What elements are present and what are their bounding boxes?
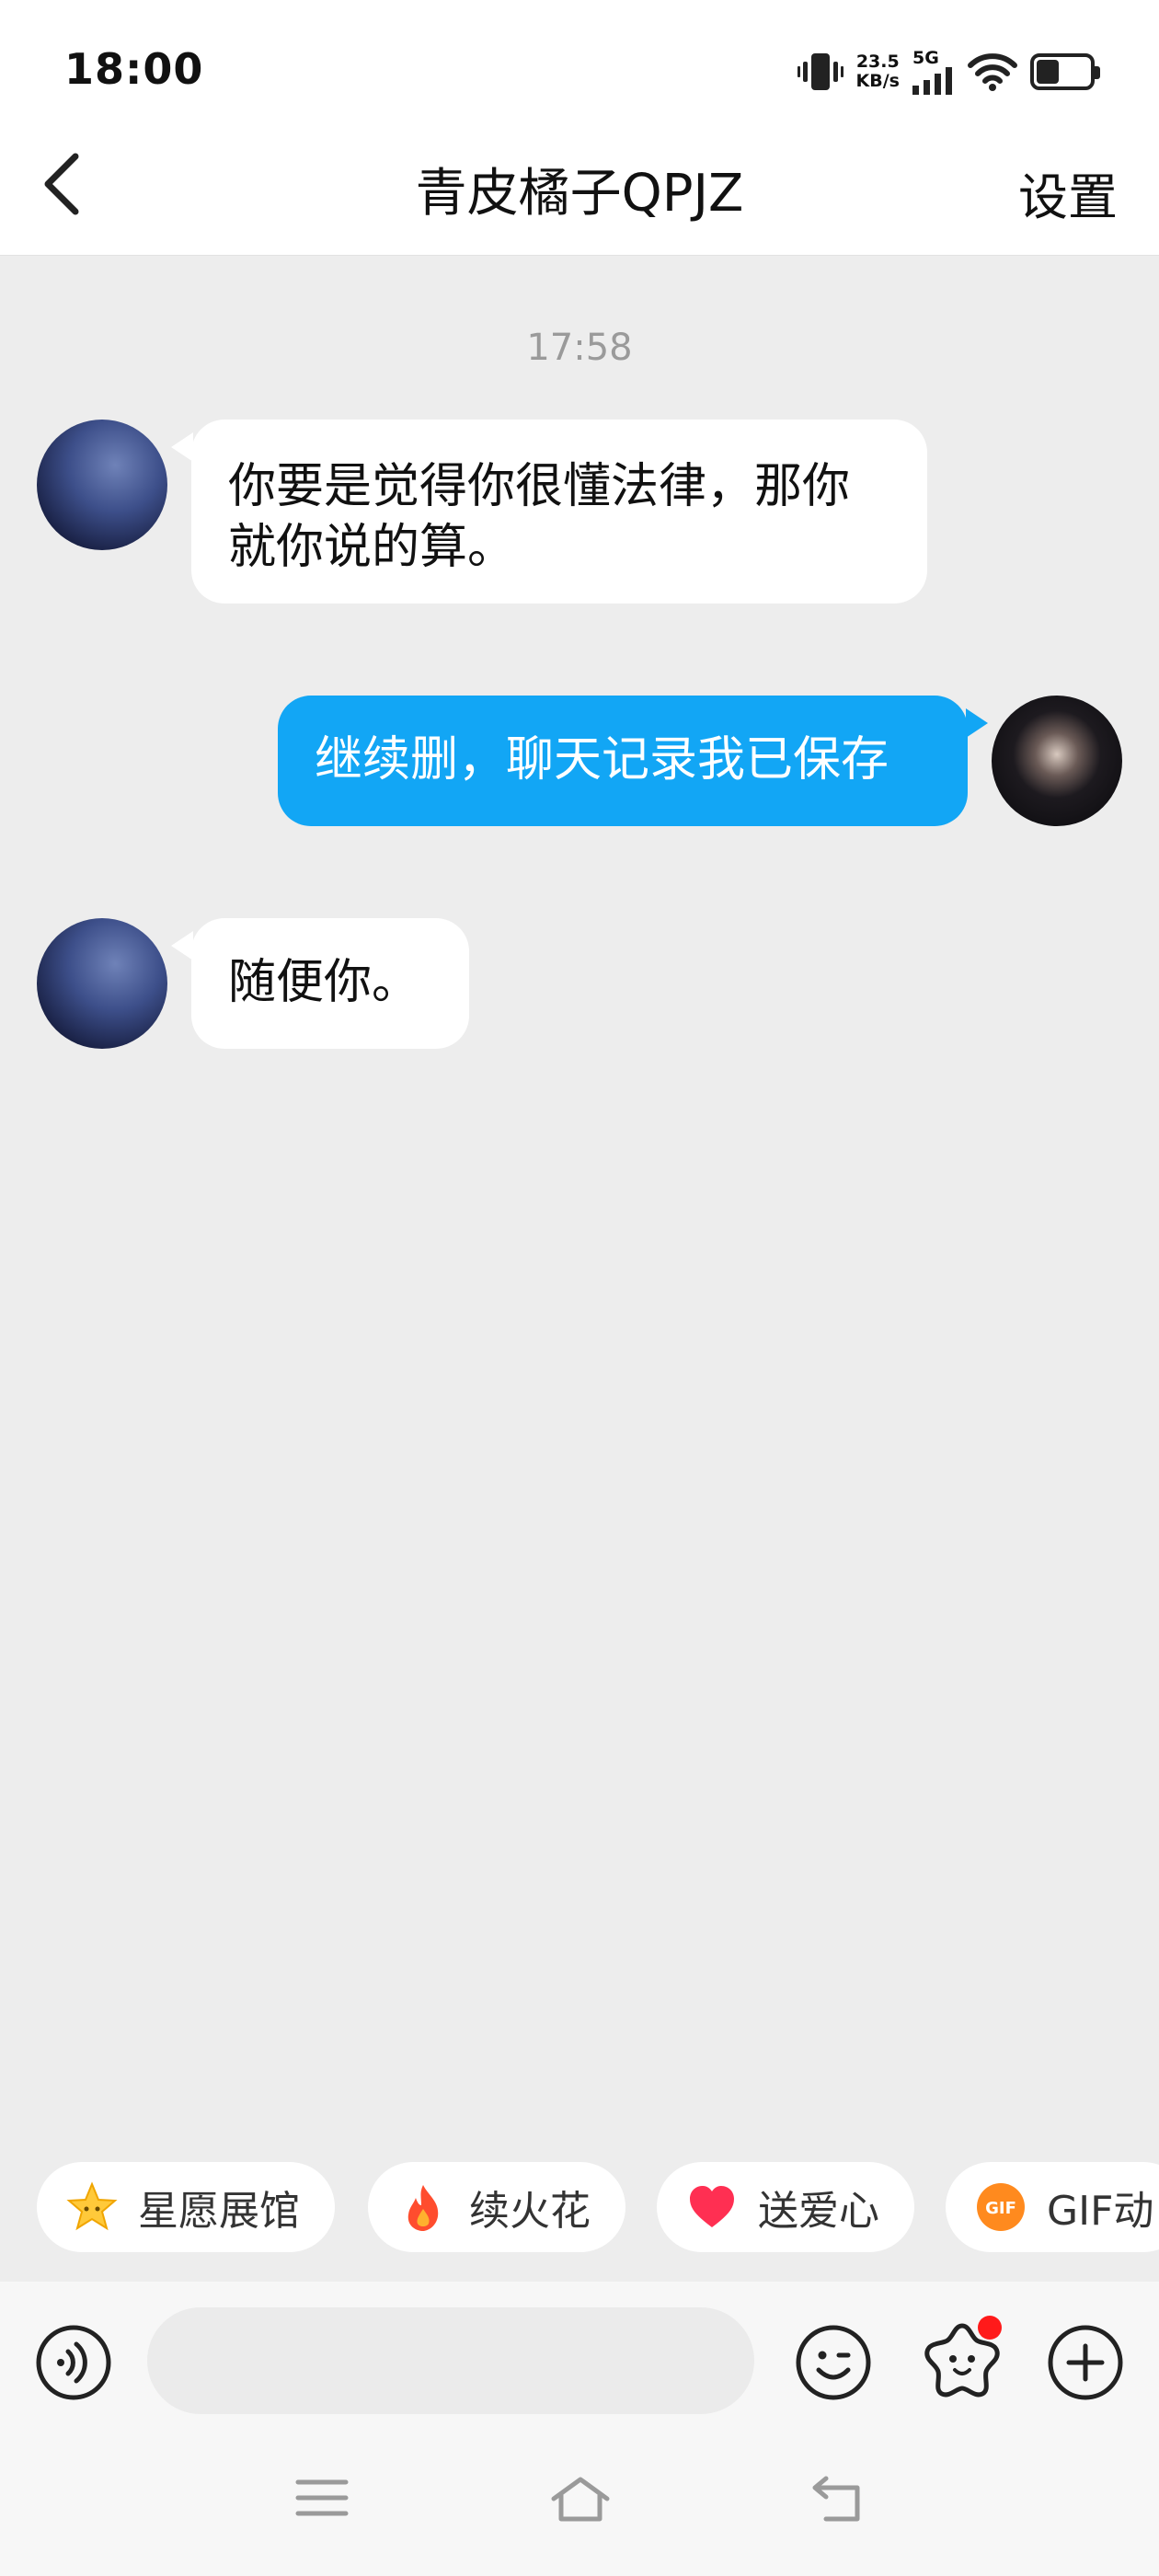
- emoji-icon[interactable]: [795, 2324, 872, 2401]
- message-text: 你要是觉得你很懂法律，那你: [228, 459, 851, 514]
- contact-avatar[interactable]: [37, 420, 167, 550]
- message-text: 随便你。: [228, 955, 420, 1010]
- plus-icon[interactable]: [1047, 2324, 1124, 2401]
- bubble-tail: [966, 708, 988, 738]
- message-text: 继续删，聊天记录我已保存: [315, 732, 889, 788]
- message-input[interactable]: [147, 2307, 754, 2414]
- settings-button[interactable]: 设置: [1018, 156, 1118, 229]
- top-bar: 18:00 23.5 KB/s 5G 青皮橘子QPJZ 设置: [0, 0, 1159, 256]
- message-bubble-outgoing[interactable]: 继续删，聊天记录我已保存: [278, 696, 968, 826]
- chip-label: 送爱心: [758, 2188, 879, 2235]
- chip-fire-streak[interactable]: 续火花: [368, 2162, 625, 2252]
- menu-icon[interactable]: [294, 2475, 350, 2521]
- voice-icon[interactable]: [35, 2324, 112, 2401]
- cell-signal: 5G: [912, 47, 955, 95]
- chip-gif[interactable]: GIF GIF动: [946, 2162, 1159, 2252]
- contact-avatar[interactable]: [37, 918, 167, 1049]
- chip-send-heart[interactable]: 送爱心: [657, 2162, 914, 2252]
- svg-text:GIF: GIF: [985, 2199, 1016, 2218]
- fire-icon: [397, 2181, 449, 2233]
- back-nav-icon[interactable]: [809, 2475, 865, 2524]
- status-icons: 23.5 KB/s 5G: [797, 44, 1100, 99]
- home-icon[interactable]: [548, 2475, 613, 2524]
- network-type: 5G: [912, 47, 939, 68]
- vibrate-icon: [797, 53, 843, 90]
- gif-icon: GIF: [975, 2181, 1027, 2233]
- chip-label: 续火花: [469, 2188, 591, 2235]
- heart-icon: [686, 2181, 738, 2233]
- notification-badge: [978, 2316, 1002, 2340]
- network-speed: 23.5 KB/s: [856, 52, 900, 91]
- sticker-icon[interactable]: [916, 2313, 1008, 2405]
- message-text: 就你说的算。: [228, 520, 516, 575]
- message-bubble-incoming[interactable]: 随便你。: [191, 918, 469, 1049]
- chip-label: GIF动: [1047, 2188, 1154, 2235]
- wifi-icon: [968, 53, 1017, 91]
- quick-actions-row: 星愿展馆 续火花 送爱心 GIF GIF动: [0, 2162, 1159, 2254]
- chat-title: 青皮橘子QPJZ: [415, 164, 744, 224]
- chip-star-gallery[interactable]: 星愿展馆: [37, 2162, 335, 2252]
- message-bubble-incoming[interactable]: 你要是觉得你很懂法律，那你 就你说的算。: [191, 420, 927, 604]
- status-time: 18:00: [64, 44, 204, 94]
- my-avatar[interactable]: [992, 696, 1122, 826]
- speed-value: 23.5: [855, 52, 900, 72]
- star-icon: [66, 2181, 118, 2233]
- signal-icon: [912, 66, 952, 95]
- battery-icon: [1030, 53, 1100, 90]
- chip-label: 星愿展馆: [138, 2188, 300, 2235]
- bubble-tail: [171, 432, 193, 462]
- bubble-tail: [171, 931, 193, 960]
- speed-unit: KB/s: [855, 71, 900, 91]
- message-timestamp: 17:58: [526, 327, 633, 369]
